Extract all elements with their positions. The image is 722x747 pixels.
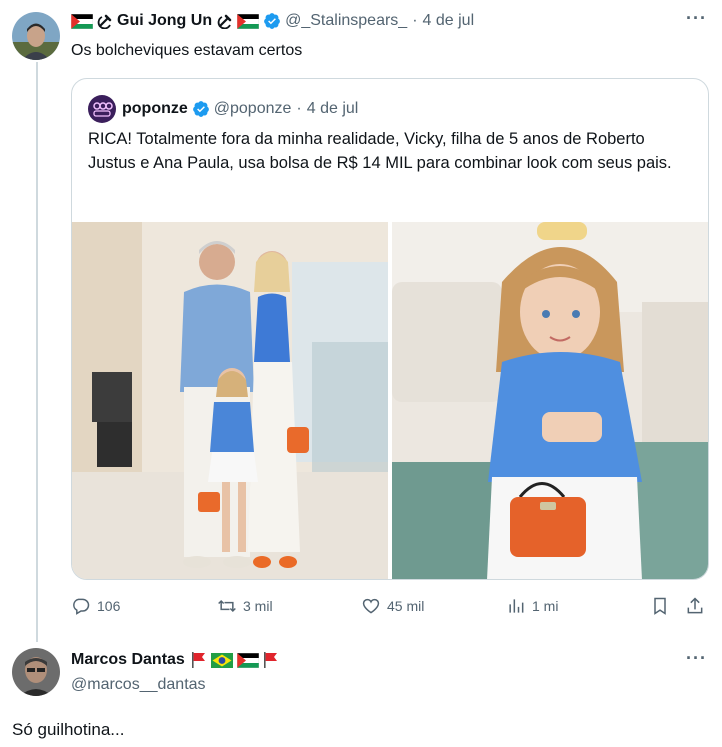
repost-button[interactable]: 3 mil — [217, 596, 273, 616]
quote-photo-girl[interactable] — [392, 222, 708, 579]
repost-count: 3 mil — [243, 598, 273, 614]
post1-date[interactable]: 4 de jul — [423, 12, 475, 30]
reply-button[interactable]: 106 — [71, 596, 120, 616]
post2-header: Marcos Dantas — [71, 651, 279, 669]
share-button[interactable] — [685, 596, 705, 616]
quote-photo-family[interactable] — [72, 222, 388, 579]
red-flag-icon — [263, 652, 277, 668]
more-icon[interactable]: ··· — [686, 648, 707, 669]
post2-text: Só guilhotina... — [12, 720, 125, 739]
like-icon — [362, 598, 380, 614]
avatar-marcos[interactable] — [12, 648, 60, 696]
hammer-sickle-icon — [97, 14, 112, 29]
thread-line — [36, 62, 38, 642]
post2-handle[interactable]: @marcos__dantas — [71, 676, 206, 694]
action-bar: 106 3 mil 45 mil 1 mi — [71, 596, 711, 620]
views-count: 1 mi — [532, 598, 559, 614]
verified-badge-icon[interactable] — [263, 12, 281, 30]
quote-handle[interactable]: @poponze — [214, 100, 292, 118]
post2-handle-row: @marcos__dantas — [71, 676, 206, 694]
palestine-flag-icon — [71, 13, 93, 29]
brazil-flag-icon — [210, 652, 233, 668]
reply-count: 106 — [97, 598, 121, 614]
post1-text: Os bolcheviques estavam certos — [71, 42, 303, 59]
hammer-sickle-icon — [217, 14, 232, 29]
reply-icon — [73, 598, 90, 615]
bookmark-icon — [654, 597, 666, 615]
post1-separator: · — [412, 12, 418, 29]
quote-display-name[interactable]: poponze — [122, 100, 188, 118]
avatar-gui[interactable] — [12, 12, 60, 60]
post1-header: Gui Jong Un @_Stalinspears_ · 4 de jul — [71, 12, 474, 30]
like-count: 45 mil — [387, 598, 425, 614]
post2-display-name[interactable]: Marcos Dantas — [71, 651, 185, 669]
post1-handle[interactable]: @_Stalinspears_ — [285, 12, 407, 30]
palestine-flag-icon — [237, 13, 260, 29]
views-button[interactable]: 1 mi — [506, 596, 558, 616]
more-icon[interactable]: ··· — [686, 8, 707, 29]
post1-display-name[interactable]: Gui Jong Un — [117, 12, 212, 30]
quote-text: RICA! Totalmente fora da minha realidade… — [88, 130, 672, 172]
quoted-tweet[interactable]: poponze @poponze · 4 de jul RICA! Totalm… — [71, 78, 709, 580]
quote-separator: · — [296, 100, 302, 117]
red-flag-icon — [191, 652, 205, 668]
bookmark-button[interactable] — [650, 596, 670, 616]
quote-header: poponze @poponze · 4 de jul — [88, 95, 358, 123]
repost-icon — [218, 599, 236, 613]
quote-date[interactable]: 4 de jul — [307, 100, 359, 118]
share-icon — [687, 597, 703, 614]
palestine-flag-icon — [236, 652, 259, 668]
like-button[interactable]: 45 mil — [361, 596, 424, 616]
avatar-poponze — [88, 95, 116, 123]
verified-badge-icon[interactable] — [192, 100, 210, 118]
views-icon — [509, 599, 524, 613]
